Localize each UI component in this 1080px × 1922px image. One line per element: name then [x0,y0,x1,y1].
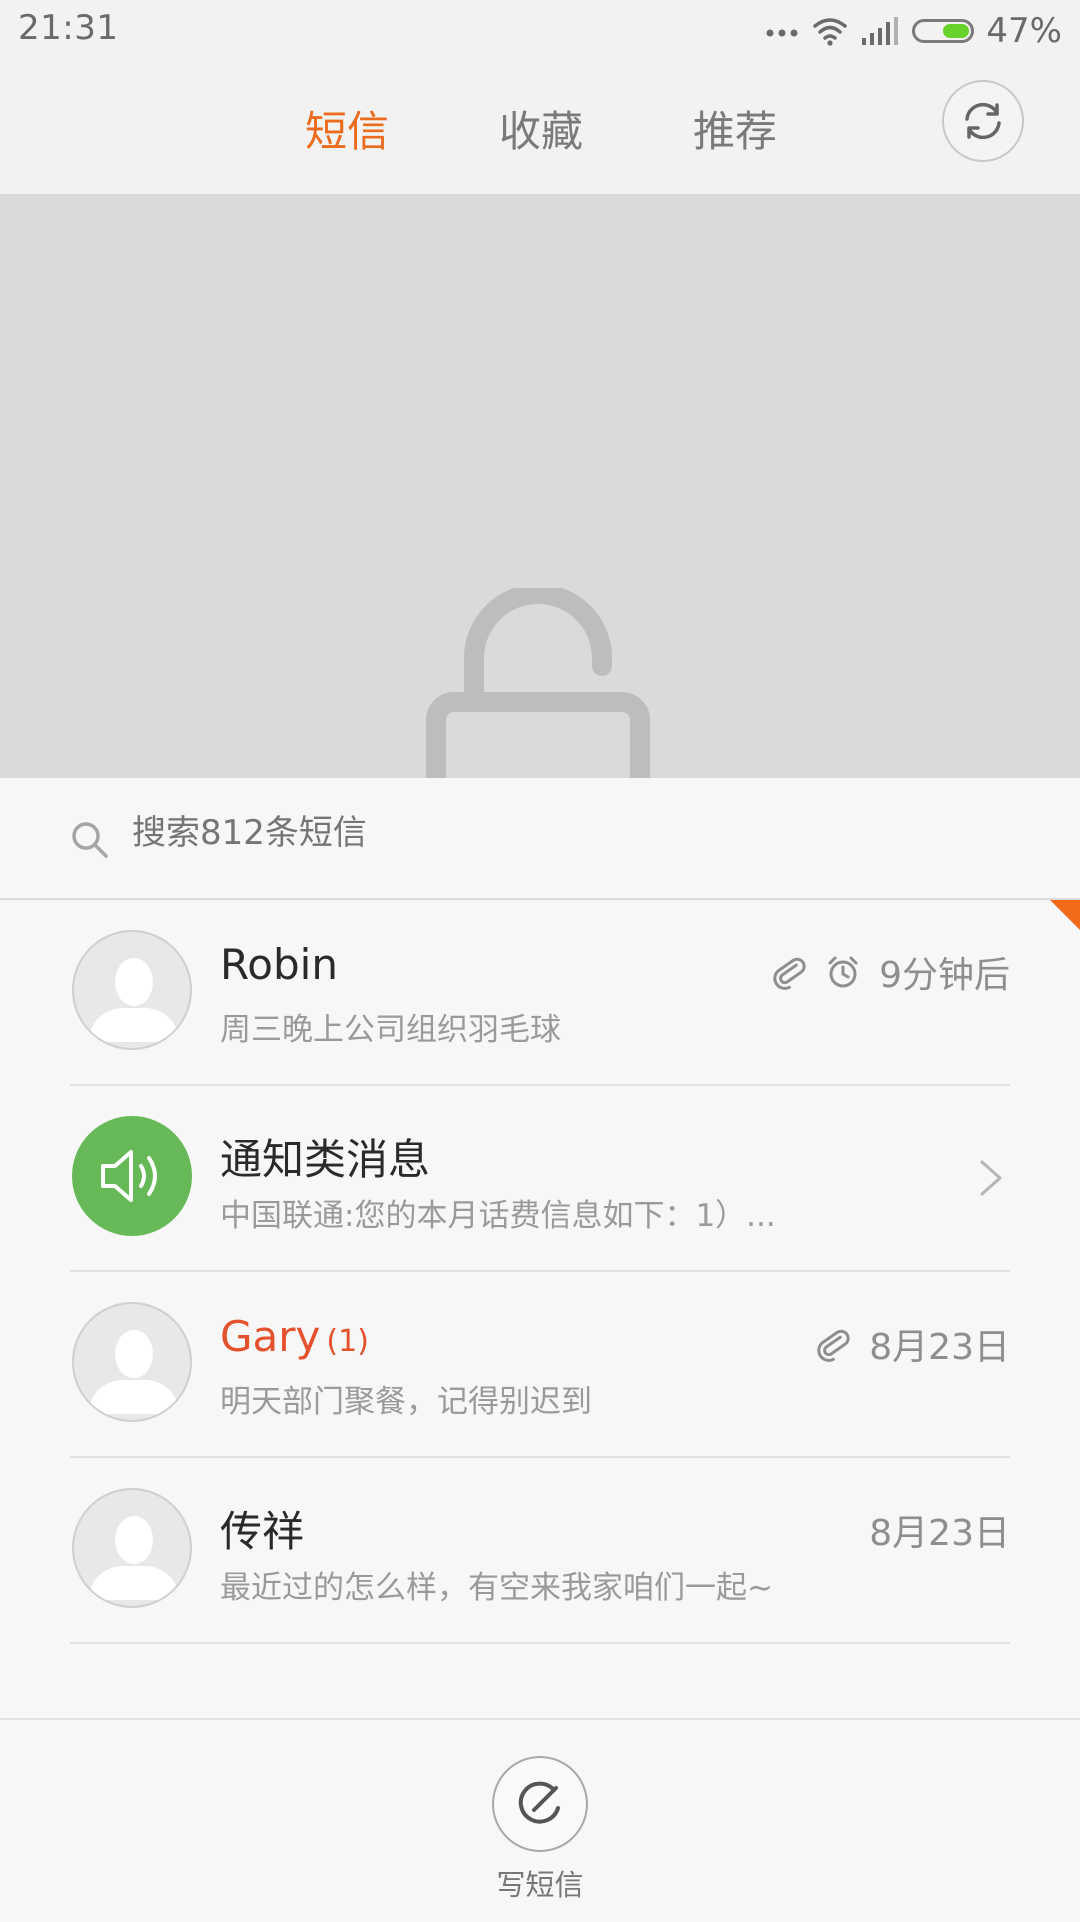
tab-bar: 短信 收藏 推荐 [250,98,832,159]
compose-icon [518,1781,560,1824]
status-bar: 21:31 47% [0,0,1080,62]
message-time: 8月23日 [869,1327,1010,1368]
message-item-notifications[interactable]: 通知类消息 中国联通:您的本月话费信息如下：1）... [70,1086,1010,1272]
message-time: 8月23日 [869,1513,1010,1554]
status-icons: 47% [764,8,1062,54]
battery-icon [912,19,975,43]
privacy-lock-area[interactable] [0,196,1080,778]
bottom-bar: 写短信 [0,1718,1080,1922]
message-item-chuanxiang[interactable]: 传祥 最近过的怎么样，有空来我家咱们一起~ 8月23日 [70,1458,1010,1644]
message-meta: 8月23日 [869,1504,1010,1556]
tab-favorites[interactable]: 收藏 [444,98,638,159]
wifi-icon [813,18,848,46]
default-avatar-icon [88,1516,180,1600]
attachment-icon [773,957,806,990]
attachment-icon [817,1329,850,1362]
message-time: 9分钟后 [879,955,1010,996]
header: 短信 收藏 推荐 [0,62,1080,196]
chevron-right-icon [980,1160,1002,1196]
contact-name: 通知类消息 [220,1135,431,1184]
sync-button[interactable] [942,80,1024,162]
message-item-robin[interactable]: Robin 周三晚上公司组织羽毛球 9分钟后 [70,900,1010,1086]
unlock-icon [426,588,650,778]
signal-icon [862,17,899,45]
message-meta: 9分钟后 [771,946,1010,998]
battery-fill [943,24,970,38]
unread-count: (1) [326,1324,369,1359]
message-meta: 8月23日 [815,1318,1010,1370]
message-item-gary[interactable]: Gary (1) 明天部门聚餐，记得别迟到 8月23日 [70,1272,1010,1458]
default-avatar-icon [88,1330,180,1414]
battery-percent: 47% [986,11,1062,51]
contact-name: Gary (1) [220,1312,369,1361]
message-list: Robin 周三晚上公司组织羽毛球 9分钟后 通知类消息 中国联通:您的本月话费… [0,900,1080,1644]
tab-sms[interactable]: 短信 [250,98,444,159]
search-input[interactable] [130,812,934,854]
status-time: 21:31 [18,8,119,48]
contact-name: Robin [220,940,338,989]
speaker-icon [101,1150,157,1202]
compose-button[interactable] [492,1756,588,1852]
notification-avatar [72,1116,192,1236]
message-preview: 中国联通:您的本月话费信息如下：1）... [220,1198,776,1234]
avatar [72,1488,192,1608]
tab-recommended[interactable]: 推荐 [638,98,832,159]
sync-icon [965,102,1001,140]
contact-name-text: Gary [220,1312,321,1361]
avatar [72,930,192,1050]
message-preview: 周三晚上公司组织羽毛球 [220,1012,561,1048]
search-bar[interactable] [0,778,1080,900]
compose-label[interactable]: 写短信 [0,1862,1080,1904]
search-icon [72,822,108,858]
message-preview: 最近过的怎么样，有空来我家咱们一起~ [220,1570,773,1606]
alarm-icon [828,956,858,988]
more-dots-icon [766,29,798,37]
avatar [72,1302,192,1422]
contact-name: 传祥 [220,1507,305,1556]
default-avatar-icon [88,958,180,1042]
message-preview: 明天部门聚餐，记得别迟到 [220,1384,592,1420]
